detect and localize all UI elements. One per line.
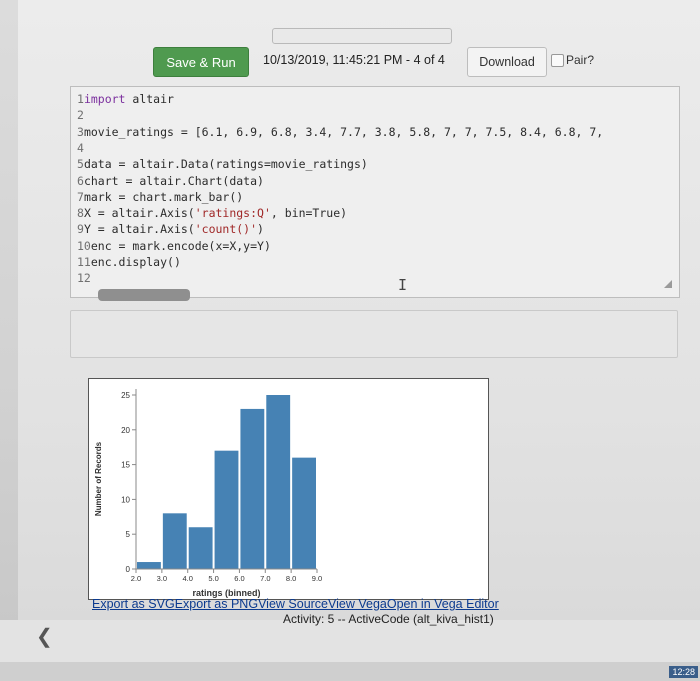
code-line[interactable]: 12 [77,270,91,286]
resize-handle-icon[interactable] [664,280,672,288]
y-axis-title: Number of Records [94,441,103,516]
y-tick-label: 0 [126,565,131,574]
code-line[interactable]: 3movie_ratings = [6.1, 6.9, 6.8, 3.4, 7.… [77,124,603,140]
code-token: , bin=True) [270,206,348,221]
code-token: 'ratings:Q' [194,206,271,221]
activity-label: Activity: 5 -- ActiveCode (alt_kiva_hist… [283,612,494,626]
histogram-chart: 05101520252.0 3.0 4.0 5.0 6.0 7.0 8.0 9.0rating… [94,389,322,598]
save-and-run-button[interactable]: Save & Run [153,47,249,77]
x-tick-label: 3.0 [157,574,167,583]
line-number: 5 [77,157,84,172]
code-token: ) [257,222,264,237]
view-vega-link[interactable]: View Vega [328,597,387,611]
histogram-bar [214,450,239,569]
export-links: Export as SVGExport as PNGView SourceVie… [92,597,499,611]
x-tick-label: 7.0 [260,574,270,583]
y-tick-label: 25 [121,391,130,400]
chevron-left-icon[interactable]: ❮ [36,624,53,649]
code-line[interactable]: 4 [77,140,84,156]
export-png-link[interactable]: Export as PNG [175,597,258,611]
progress-bar [272,28,452,44]
line-number: 6 [77,173,84,188]
line-number: 3 [77,124,84,139]
code-token: Y = altair.Axis( [83,222,195,237]
histogram-bar [292,457,316,569]
histogram-bar [188,527,213,569]
code-token: 'count()' [194,222,258,237]
code-token: enc = mark.encode(x=X,y=Y) [90,238,271,253]
code-line[interactable]: 1import altair [77,91,174,107]
pair-label: Pair? [566,53,595,67]
x-tick-label: 4.0 [182,574,192,583]
x-tick-label: 6.0 [234,574,244,583]
x-tick-label: 5.0 [208,574,218,583]
output-area [70,310,678,358]
histogram-bar [266,395,291,569]
y-tick-label: 5 [126,530,131,539]
line-number: 11 [77,255,91,269]
code-line[interactable]: 2 [77,107,84,123]
line-number: 12 [77,271,91,286]
export-svg-link[interactable]: Export as SVG [92,597,175,611]
run-status: 10/13/2019, 11:45:21 PM - 4 of 4 [263,53,445,67]
code-line[interactable]: 6chart = altair.Chart(data) [77,173,264,189]
code-token: mark = chart.mark_bar() [83,189,244,204]
code-token: import [83,92,126,106]
y-tick-label: 20 [121,426,130,435]
histogram-bar [162,513,187,569]
code-token: altair [125,92,174,106]
line-number: 7 [77,189,84,204]
code-line[interactable]: 8X = altair.Axis('ratings:Q', bin=True) [77,205,347,221]
line-number: 8 [77,206,84,221]
code-token: data = altair.Data(ratings=movie_ratings… [83,157,368,172]
line-number: 4 [77,140,84,155]
code-token: chart = altair.Chart(data) [83,173,264,188]
download-button[interactable]: Download [467,47,547,77]
code-token: movie_ratings = [6.1, 6.9, 6.8, 3.4, 7.7… [83,124,604,139]
editor-scrollbar[interactable] [98,289,190,301]
line-number: 10 [77,238,91,253]
code-token: enc.display() [90,255,181,269]
view-source-link[interactable]: View Source [258,597,328,611]
x-tick-label: 2.0 [131,574,141,583]
code-editor[interactable]: 1import altair 2 3movie_ratings = [6.1, 6.… [70,86,680,298]
y-tick-label: 15 [121,461,130,470]
line-number: 9 [77,222,84,237]
pair-checkbox[interactable] [551,54,564,67]
code-token: X = altair.Axis( [83,206,195,221]
open-vega-editor-link[interactable]: Open in Vega Editor [387,597,499,611]
x-tick-label: 8.0 [286,574,296,583]
code-line[interactable]: 5data = altair.Data(ratings=movie_rating… [77,156,368,172]
clock: 12:28 [669,666,698,678]
histogram-bar [240,408,265,569]
code-line[interactable]: 10enc = mark.encode(x=X,y=Y) [77,238,271,254]
code-line[interactable]: 7mark = chart.mark_bar() [77,189,243,205]
code-line[interactable]: 11enc.display() [77,254,181,270]
histogram-bar [137,562,161,569]
line-number: 1 [77,92,84,106]
y-tick-label: 10 [121,495,130,504]
chart-frame: 0 5 10 15 20 25 2.0 3.0 4.0 5.0 6.0 7.0 8.0 9.0 rating… [88,378,489,600]
x-tick-label: 9.0 [312,574,322,583]
taskbar [0,662,700,681]
text-cursor-icon: I [398,276,408,294]
line-number: 2 [77,108,84,123]
bottom-bar [0,620,700,662]
code-line[interactable]: 9Y = altair.Axis('count()') [77,221,264,237]
